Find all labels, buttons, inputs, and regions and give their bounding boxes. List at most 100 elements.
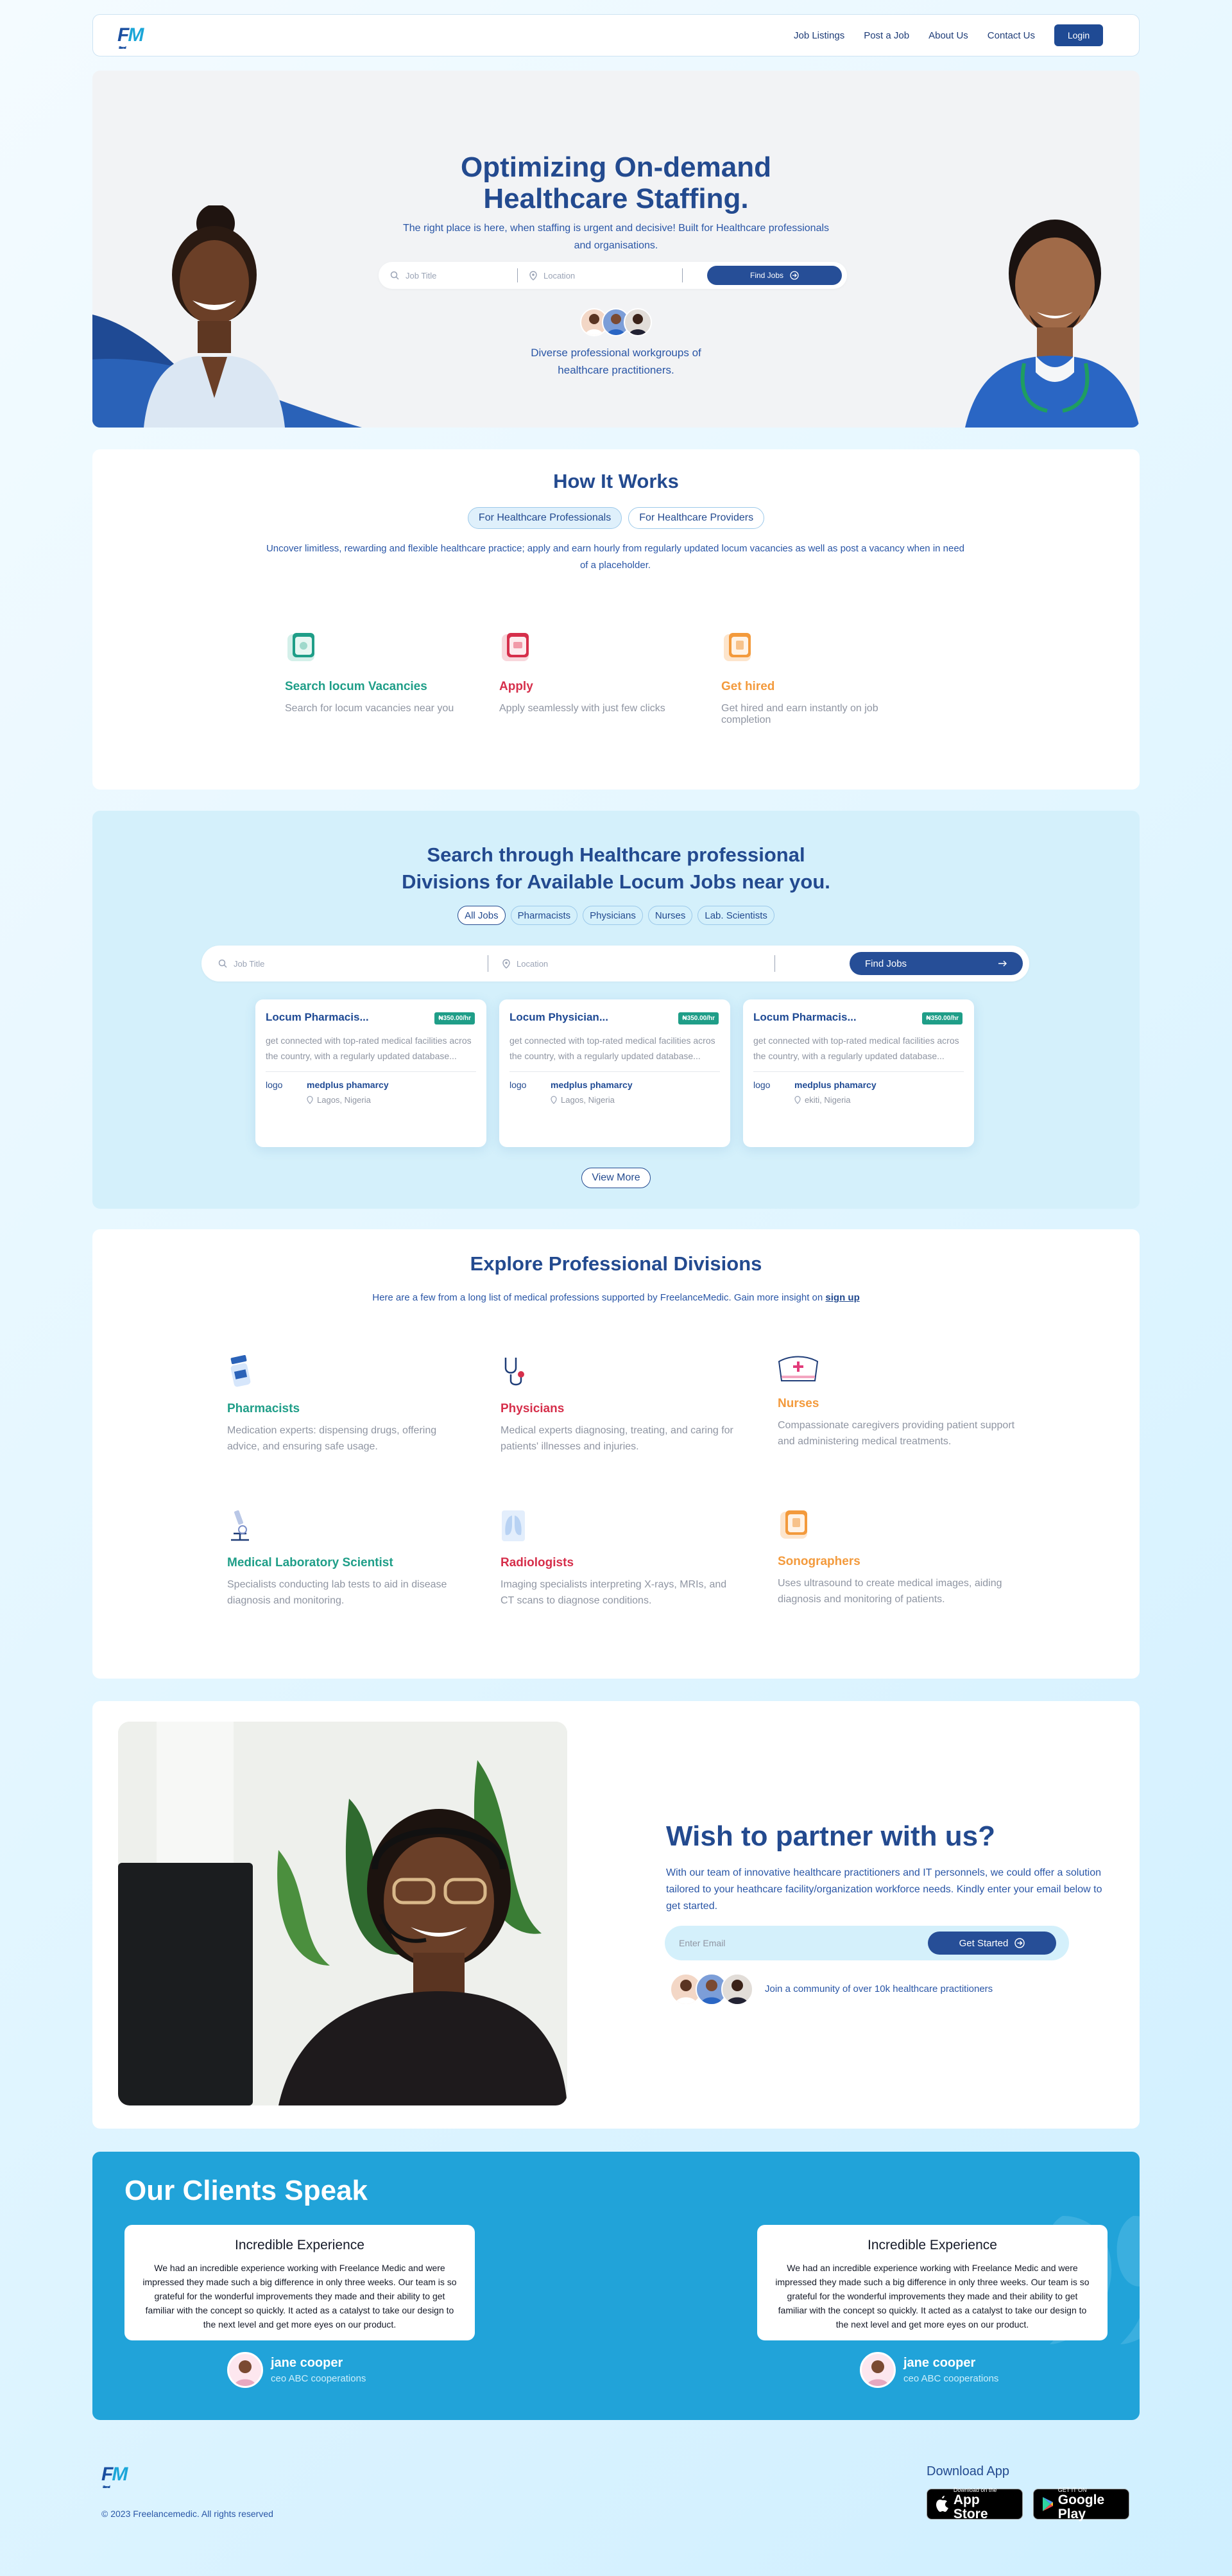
clients-section: Our Clients Speak Incredible Experience … [92, 2152, 1140, 2420]
apply-document-icon [502, 633, 529, 661]
company-name: medplus phamarcy [307, 1080, 389, 1090]
how-it-works-section: How It Works For Healthcare Professional… [92, 449, 1140, 790]
google-play-button[interactable]: GET IT ON Google Play [1033, 2487, 1129, 2521]
partner-title: Wish to partner with us? [666, 1820, 995, 1852]
step-get-hired: Get hired Get hired and earn instantly o… [721, 632, 927, 726]
filter-pharmacists[interactable]: Pharmacists [510, 906, 578, 925]
filter-lab-scientists[interactable]: Lab. Scientists [697, 906, 774, 925]
explore-intro: Here are a few from a long list of medic… [372, 1292, 860, 1303]
arrow-right-icon [998, 960, 1007, 967]
avatar [624, 308, 652, 336]
sign-up-link[interactable]: sign up [825, 1292, 859, 1303]
community-text: Join a community of over 10k healthcare … [765, 1984, 993, 1994]
profession-physicians[interactable]: Physicians Medical experts diagnosing, t… [501, 1355, 738, 1455]
profession-radiologists[interactable]: Radiologists Imaging specialists interpr… [501, 1509, 738, 1609]
company-logo: logo [753, 1080, 771, 1090]
explore-divisions-section: Explore Professional Divisions Here are … [92, 1229, 1140, 1679]
tab-healthcare-providers[interactable]: For Healthcare Providers [628, 507, 765, 529]
location-pin-icon [307, 1096, 313, 1104]
top-navbar: FM Freelancemedic Job Listings Post a Job… [92, 14, 1140, 56]
pill-bottle-icon [230, 1354, 251, 1387]
job-card[interactable]: Locum Pharmacis... ₦350.00/hr get connec… [743, 999, 974, 1147]
filter-nurses[interactable]: Nurses [647, 906, 693, 925]
email-input[interactable]: Enter Email [679, 1938, 725, 1948]
microscope-icon [231, 1510, 249, 1541]
nav-job-listings[interactable]: Job Listings [794, 30, 844, 41]
partner-section: Wish to partner with us? With our team o… [92, 1701, 1140, 2129]
partner-description: With our team of innovative healthcare p… [666, 1867, 1102, 1912]
xray-lungs-icon [502, 1510, 525, 1541]
clients-title: Our Clients Speak [124, 2175, 368, 2206]
rate-badge: ₦350.00/hr [678, 1012, 719, 1024]
search-icon [218, 959, 227, 968]
step-search: Search locum Vacancies Search for locum … [285, 632, 490, 714]
avatar [721, 1973, 753, 2005]
hero-search-bar: Job Title Location Find Jobs [379, 262, 847, 289]
divisions-title: Search through Healthcare professional Di… [402, 843, 830, 893]
job-card[interactable]: Locum Pharmacis... ₦350.00/hr get connec… [255, 999, 486, 1147]
download-app-label: Download App [927, 2464, 1009, 2478]
divisions-find-jobs-button[interactable]: Find Jobs [850, 952, 1023, 975]
filter-physicians[interactable]: Physicians [583, 906, 643, 925]
hero-job-title-field[interactable]: Job Title [379, 262, 517, 289]
view-more-button[interactable]: View More [581, 1168, 651, 1188]
man-practitioner-image [965, 218, 1140, 428]
testimonial-author: jane cooper ceo ABC cooperations [860, 2352, 998, 2388]
avatar [227, 2352, 263, 2388]
divisions-location-field[interactable]: Location [488, 946, 774, 981]
ultrasound-document-icon [780, 1510, 807, 1539]
hero-find-jobs-button[interactable]: Find Jobs [707, 266, 842, 285]
avatar [860, 2352, 896, 2388]
partner-email-form: Enter Email Get Started [665, 1926, 1069, 1960]
copyright-text: © 2023 Freelancemedic. All rights reserv… [101, 2509, 273, 2519]
profession-nurses[interactable]: Nurses Compassionate caregivers providin… [778, 1355, 1015, 1449]
nurse-cap-icon [778, 1356, 819, 1381]
community-avatars [670, 1973, 753, 2005]
search-icon [390, 271, 399, 280]
footer-logo[interactable]: FM Freelancemedic [101, 2464, 128, 2489]
arrow-circle-icon [790, 271, 799, 280]
testimonial-author: jane cooper ceo ABC cooperations [227, 2352, 366, 2388]
workgroup-avatars [580, 308, 652, 336]
hero-location-field[interactable]: Location [518, 262, 682, 289]
company-logo: logo [509, 1080, 527, 1090]
app-store-button[interactable]: Download on the App Store [927, 2487, 1023, 2521]
tab-healthcare-professionals[interactable]: For Healthcare Professionals [467, 507, 622, 529]
step-apply: Apply Apply seamlessly with just few cli… [499, 632, 705, 714]
location-pin-icon [794, 1096, 801, 1104]
brand-logo[interactable]: FM Freelancemedic [117, 24, 144, 50]
company-name: medplus phamarcy [794, 1080, 877, 1090]
workgroups-text: Diverse professional workgroups of healt… [531, 347, 701, 376]
nav-post-job[interactable]: Post a Job [864, 30, 909, 41]
google-play-icon [1043, 2497, 1053, 2511]
testimonial-card: Incredible Experience We had an incredib… [757, 2225, 1108, 2340]
location-pin-icon [529, 270, 537, 281]
location-pin-icon [502, 958, 510, 969]
location-pin-icon [551, 1096, 557, 1104]
get-started-button[interactable]: Get Started [928, 1932, 1056, 1955]
rate-badge: ₦350.00/hr [434, 1012, 475, 1024]
divisions-job-title-field[interactable]: Job Title [201, 946, 488, 981]
hero-title: Optimizing On-demand Healthcare Staffing. [461, 151, 771, 214]
hero-subtitle: The right place is here, when staffing i… [402, 223, 830, 251]
arrow-circle-icon [1014, 1938, 1025, 1948]
apple-icon [936, 2496, 948, 2512]
testimonial-card: Incredible Experience We had an incredib… [124, 2225, 475, 2340]
how-it-works-title: How It Works [553, 470, 679, 492]
nav-about-us[interactable]: About Us [928, 30, 968, 41]
divisions-search-bar: Job Title Location Find Jobs [201, 946, 1029, 981]
filter-all-jobs[interactable]: All Jobs [458, 906, 506, 925]
rate-badge: ₦350.00/hr [922, 1012, 963, 1024]
how-it-works-description: Uncover limitless, rewarding and flexibl… [266, 543, 965, 571]
nav-contact-us[interactable]: Contact Us [988, 30, 1035, 41]
support-agent-photo [118, 1722, 567, 2105]
hero-section: Optimizing On-demand Healthcare Staffing.… [92, 71, 1140, 428]
profession-pharmacists[interactable]: Pharmacists Medication experts: dispensi… [227, 1354, 465, 1455]
profession-sonographers[interactable]: Sonographers Uses ultrasound to create m… [778, 1509, 1015, 1607]
company-name: medplus phamarcy [551, 1080, 633, 1090]
login-button[interactable]: Login [1054, 24, 1103, 46]
job-card[interactable]: Locum Physician... ₦350.00/hr get connec… [499, 999, 730, 1147]
profession-lab-scientist[interactable]: Medical Laboratory Scientist Specialists… [227, 1509, 465, 1609]
woman-practitioner-image [131, 204, 298, 428]
company-logo: logo [266, 1080, 283, 1090]
